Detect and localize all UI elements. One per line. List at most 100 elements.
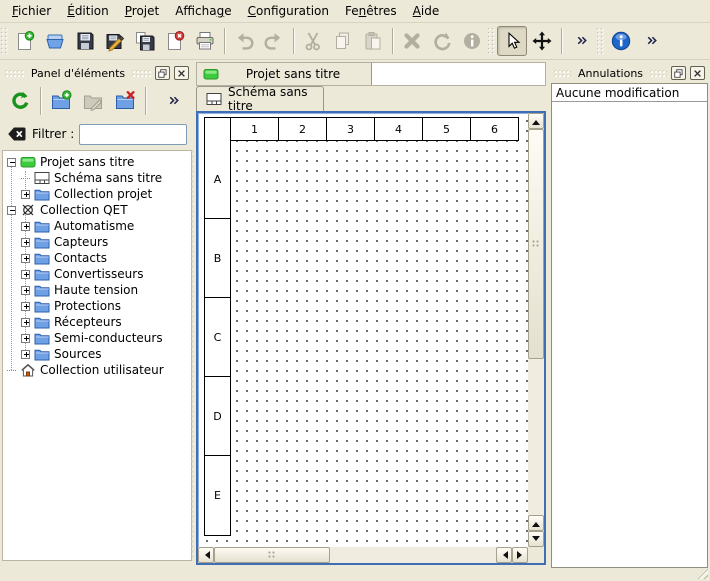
expand-toggle[interactable]	[21, 318, 30, 327]
header-corner-cell	[205, 118, 230, 140]
menu-configuration[interactable]: Configuration	[240, 1, 337, 21]
menu-projet[interactable]: Projet	[117, 1, 167, 21]
close-panel-button[interactable]	[690, 66, 705, 80]
collapse-toggle[interactable]	[7, 158, 16, 167]
save-floppy-icon	[74, 30, 96, 52]
float-panel-button[interactable]	[155, 66, 170, 80]
expand-toggle[interactable]	[21, 270, 30, 279]
expand-toggle[interactable]	[21, 222, 30, 231]
close-icon	[177, 69, 186, 78]
qet-symbol-icon	[20, 203, 36, 217]
tree-connector	[21, 178, 30, 179]
diagram-canvas[interactable]: 123456 ABCDE	[198, 113, 544, 563]
scroll-left-button[interactable]	[496, 547, 512, 563]
scroll-left-button[interactable]	[198, 547, 214, 563]
open-project-button[interactable]	[40, 26, 70, 56]
tree-item-capteurs[interactable]: Capteurs	[3, 234, 191, 250]
tab-projet-sans-titre[interactable]: Projet sans titre	[197, 63, 372, 85]
scroll-up-button[interactable]	[528, 113, 544, 129]
tools-toolbar-handle[interactable]	[488, 28, 495, 54]
tree-item-recepteurs[interactable]: Récepteurs	[3, 314, 191, 330]
left-arrow-icon	[201, 551, 210, 559]
tree-item-contacts[interactable]: Contacts	[3, 250, 191, 266]
undo-history-list[interactable]: Aucune modification	[551, 83, 708, 568]
about-qet-button[interactable]	[606, 26, 636, 56]
tree-item-semi-conducteurs[interactable]: Semi-conducteurs	[3, 330, 191, 346]
horizontal-scroll-track[interactable]	[330, 547, 496, 563]
elements-panel-titlebar[interactable]: Panel d'éléments	[2, 63, 192, 83]
close-document-icon	[164, 30, 186, 52]
expand-toggle[interactable]	[21, 190, 30, 199]
print-button[interactable]	[190, 26, 220, 56]
close-file-button[interactable]	[160, 26, 190, 56]
elements-tree[interactable]: Projet sans titreSchéma sans titreCollec…	[2, 150, 192, 561]
tree-item-automatisme[interactable]: Automatisme	[3, 218, 191, 234]
menu-edition[interactable]: Édition	[59, 1, 117, 21]
expand-toggle[interactable]	[21, 286, 30, 295]
tree-item-label: Projet sans titre	[40, 155, 134, 169]
undo-panel-title: Annulations	[575, 67, 646, 80]
menu-aide[interactable]: Aide	[405, 1, 448, 21]
toolbar-row	[0, 23, 710, 60]
save-button[interactable]	[70, 26, 100, 56]
tree-item-sources[interactable]: Sources	[3, 346, 191, 362]
filter-input[interactable]	[79, 124, 187, 145]
vertical-scrollbar[interactable]	[528, 113, 544, 547]
expand-toggle[interactable]	[21, 238, 30, 247]
horizontal-scroll-thumb[interactable]	[214, 547, 330, 563]
undo-list-item[interactable]: Aucune modification	[552, 84, 707, 102]
expand-toggle[interactable]	[21, 302, 30, 311]
new-category-button[interactable]	[45, 85, 77, 117]
refresh-green-icon	[9, 90, 31, 112]
tree-item-convertisseurs[interactable]: Convertisseurs	[3, 266, 191, 282]
tab-schema-sans-titre[interactable]: Schéma sans titre	[196, 86, 324, 111]
tree-item-collection-qet[interactable]: Collection QET	[3, 202, 191, 218]
left-arrow-icon	[499, 551, 508, 559]
scroll-right-button[interactable]	[512, 547, 528, 563]
new-project-button[interactable]	[10, 26, 40, 56]
chevron-overflow-icon	[575, 34, 588, 47]
save-all-button[interactable]	[130, 26, 160, 56]
vertical-scroll-thumb[interactable]	[528, 129, 544, 359]
tree-item-schema-sans-titre[interactable]: Schéma sans titre	[3, 170, 191, 186]
scroll-tool-button[interactable]	[527, 26, 557, 56]
info-overflow-button[interactable]	[636, 26, 666, 56]
close-panel-button[interactable]	[174, 66, 189, 80]
reload-collections-button[interactable]	[4, 85, 36, 117]
collapse-toggle[interactable]	[7, 206, 16, 215]
tree-item-projet-sans-titre[interactable]: Projet sans titre	[3, 154, 191, 170]
paste-button	[358, 26, 388, 56]
clear-filter-icon[interactable]	[7, 126, 27, 142]
filter-label: Filtrer :	[32, 127, 74, 141]
menu-fenetres[interactable]: Fenêtres	[337, 1, 405, 21]
float-panel-button[interactable]	[671, 66, 686, 80]
tools-overflow-button[interactable]	[566, 26, 596, 56]
scroll-up-button[interactable]	[528, 515, 544, 531]
undo-panel-titlebar[interactable]: Annulations	[551, 63, 708, 83]
vertical-scroll-track[interactable]	[528, 359, 544, 515]
expand-toggle[interactable]	[21, 254, 30, 263]
save-as-button[interactable]	[100, 26, 130, 56]
horizontal-scrollbar[interactable]	[198, 547, 528, 563]
tree-item-haute-tension[interactable]: Haute tension	[3, 282, 191, 298]
expand-toggle[interactable]	[21, 350, 30, 359]
panel-overflow-button[interactable]	[150, 85, 182, 117]
delete-category-button[interactable]	[109, 85, 141, 117]
menu-fichier[interactable]: Fichier	[4, 1, 59, 21]
folder-small-icon	[34, 219, 50, 233]
expand-toggle[interactable]	[21, 334, 30, 343]
scroll-down-button[interactable]	[528, 531, 544, 547]
elements-panel-title: Panel d'éléments	[28, 67, 128, 80]
menu-affichage[interactable]: Affichage	[167, 1, 239, 21]
info-toolbar-handle[interactable]	[597, 28, 604, 54]
tree-item-protections[interactable]: Protections	[3, 298, 191, 314]
schema-tabbar: Schéma sans titre	[196, 86, 546, 111]
column-label: 5	[422, 118, 470, 140]
tree-item-collection-utilisateur[interactable]: Collection utilisateur	[3, 362, 191, 378]
file-toolbar-handle[interactable]	[1, 28, 8, 54]
toolbar-separator	[40, 87, 41, 115]
tree-item-label: Sources	[54, 347, 101, 361]
row-label: A	[205, 140, 230, 219]
tree-item-collection-projet[interactable]: Collection projet	[3, 186, 191, 202]
select-tool-button[interactable]	[497, 26, 527, 56]
